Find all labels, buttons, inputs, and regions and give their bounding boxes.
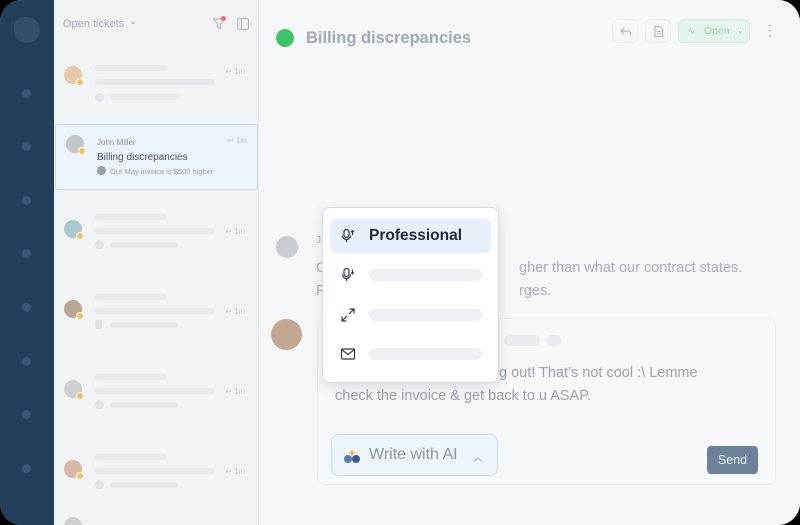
ai-tone-menu: Professional [322, 207, 499, 383]
ticket-list: Open tickets ⌄ ↩ 1m John Miller Billing … [54, 0, 259, 525]
channel-badge [76, 78, 84, 86]
ticket-row-active[interactable]: John Miller Billing discrepancies Our Ma… [55, 124, 258, 190]
placeholder-line [369, 269, 482, 281]
filter-active-badge [221, 16, 226, 21]
placeholder-line [95, 65, 167, 71]
panel-toggle-icon[interactable] [236, 17, 250, 31]
placeholder-line [369, 309, 482, 321]
ticket-preview: Our May invoice is $500 higher [110, 167, 214, 176]
ticket-row[interactable]: ↩ 1m [54, 210, 259, 276]
more-options-icon[interactable]: ⋮ [763, 22, 777, 39]
nav-item-6[interactable] [22, 357, 31, 366]
placeholder-line [110, 322, 178, 328]
channel-badge [78, 147, 86, 155]
reply-icon [620, 27, 632, 36]
placeholder-line [504, 335, 540, 346]
write-with-ai-button[interactable]: Write with AI ︿ [331, 434, 498, 476]
ticket-row[interactable]: ↩ 1m [54, 450, 259, 516]
message-author: J [316, 235, 321, 246]
mic-down-icon [341, 267, 355, 281]
reply-text[interactable]: g out! That’s not cool :\ Lemme [499, 365, 698, 381]
message-text: gher than what our contract states. [519, 260, 743, 276]
facebook-icon [95, 480, 104, 489]
chevron-down-icon: ⌄ [737, 26, 744, 35]
menu-item-email[interactable] [330, 337, 491, 371]
menu-item-professional[interactable]: Professional [330, 219, 491, 253]
nav-item-4[interactable] [22, 249, 31, 258]
ticket-customer-name: John Miller [97, 138, 136, 147]
placeholder-line [95, 79, 215, 85]
placeholder-line [369, 348, 482, 360]
ticket-row[interactable]: ↩ 1m [54, 56, 259, 122]
ticket-time: ↩ 1m [227, 136, 248, 145]
ticket-time: ↩ 1m [225, 467, 246, 476]
ticket-time: ↩ 1m [225, 67, 246, 76]
document-icon [654, 25, 664, 38]
ticket-row[interactable]: ↩ 1m [54, 370, 259, 436]
whatsapp-icon [97, 166, 106, 175]
ticket-row[interactable]: ↩ 1m [54, 290, 259, 356]
ticket-filter-dropdown[interactable]: Open tickets [63, 18, 124, 30]
ticket-time: ↩ 1m [225, 227, 246, 236]
message-text: rges. [519, 283, 552, 299]
menu-item-label: Professional [369, 227, 463, 244]
placeholder-line [95, 468, 215, 474]
reply-text[interactable]: check the invoice & get back to u ASAP. [335, 388, 591, 404]
channel-badge [76, 232, 84, 240]
conversation-title: Billing discrepancies [306, 29, 472, 47]
ticket-list-header: Open tickets ⌄ [54, 0, 259, 48]
expand-icon [341, 308, 355, 322]
app-logo[interactable] [14, 17, 40, 43]
reply-button[interactable] [612, 19, 638, 43]
nav-item-8[interactable] [22, 464, 31, 473]
write-with-ai-label: Write with AI [369, 446, 458, 463]
placeholder-line [95, 308, 215, 314]
nav-item-1[interactable] [22, 89, 31, 98]
email-icon [95, 400, 104, 409]
chevron-up-icon: ︿ [473, 453, 483, 464]
ticket-subject: Billing discrepancies [97, 152, 188, 163]
placeholder-line [95, 228, 215, 234]
placeholder-line [110, 402, 178, 408]
placeholder-line [95, 214, 167, 220]
channel-badge [76, 472, 84, 480]
menu-item-casual[interactable] [330, 258, 491, 292]
whatsapp-icon [276, 29, 294, 47]
placeholder-line [110, 94, 178, 100]
channel-badge [76, 312, 84, 320]
avatar [64, 517, 82, 525]
activity-icon: ∿ [687, 26, 696, 37]
channel-badge [76, 392, 84, 400]
agent-avatar [271, 319, 302, 350]
mail-icon [340, 348, 356, 360]
facebook-icon [95, 93, 104, 102]
phone-icon [95, 320, 102, 329]
placeholder-line [95, 388, 215, 394]
chevron-down-icon[interactable]: ⌄ [129, 16, 137, 27]
notes-button[interactable] [645, 19, 671, 43]
nav-item-7[interactable] [22, 410, 31, 419]
nav-item-3[interactable] [22, 196, 31, 205]
ticket-time: ↩ 1m [225, 307, 246, 316]
send-label: Send [717, 453, 748, 467]
ticket-time: ↩ 1m [225, 387, 246, 396]
nav-item-5[interactable] [22, 303, 31, 312]
placeholder-line [110, 482, 178, 488]
placeholder-line [546, 335, 562, 346]
placeholder-line [110, 242, 178, 248]
customer-avatar [276, 236, 298, 258]
nav-item-2[interactable] [22, 142, 31, 151]
mic-up-icon [341, 228, 355, 242]
placeholder-line [95, 374, 167, 380]
send-button[interactable]: Send [707, 446, 758, 474]
messenger-icon [95, 240, 104, 249]
placeholder-line [95, 454, 167, 460]
ai-sparkle-icon [344, 449, 360, 463]
menu-item-expand[interactable] [330, 298, 491, 332]
status-label: Open [704, 25, 730, 37]
app-window: Open tickets ⌄ ↩ 1m John Miller Billing … [0, 0, 800, 525]
status-dropdown[interactable]: ∿ Open ⌄ [678, 19, 750, 43]
placeholder-line [95, 294, 167, 300]
nav-rail [0, 0, 54, 525]
